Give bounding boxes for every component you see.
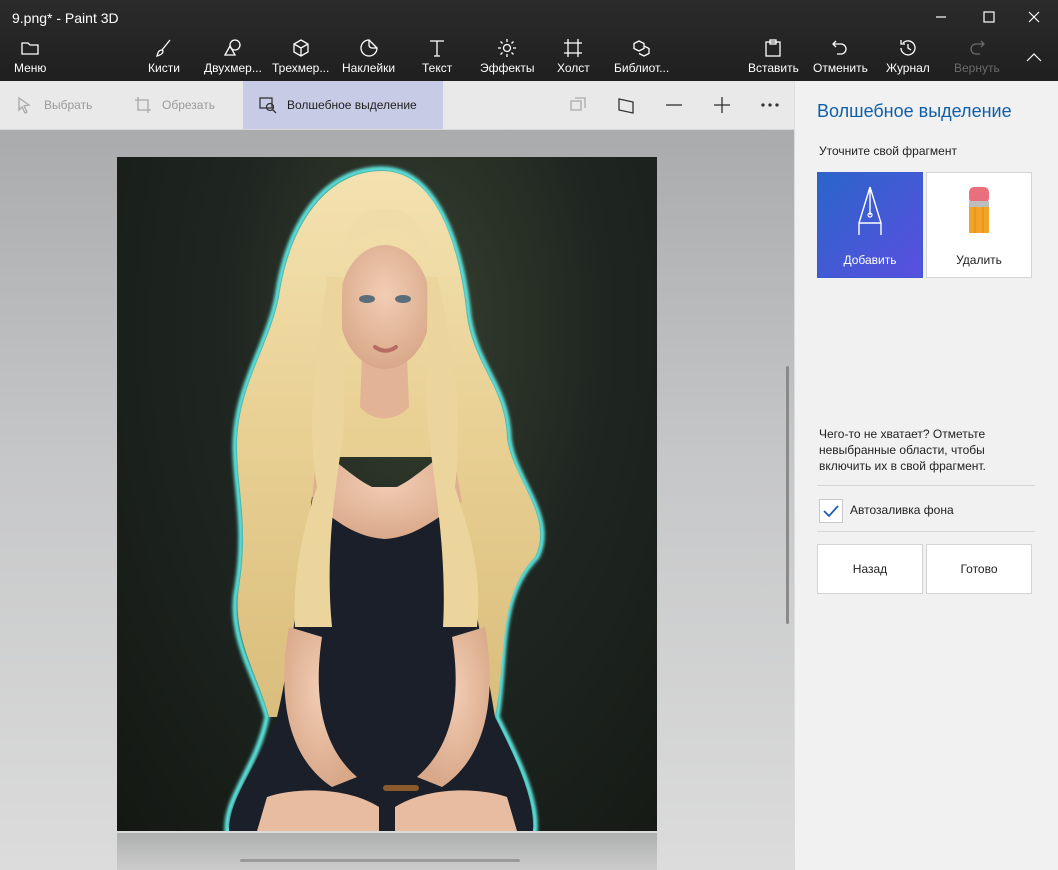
undo-label: Отменить: [813, 61, 868, 75]
canvas-icon: [564, 39, 583, 57]
canvas-reflection: [117, 833, 657, 870]
selection-toolbar: Выбрать Обрезать Волшебное выделение: [0, 81, 794, 130]
back-button[interactable]: Назад: [817, 544, 923, 594]
brushes-label: Кисти: [148, 61, 180, 75]
autofill-checkbox[interactable]: [819, 499, 843, 523]
minimize-icon: [936, 16, 946, 18]
view-2d-button[interactable]: [616, 95, 636, 115]
close-icon: [1028, 11, 1040, 23]
shapes2d-label: Двухмер...: [204, 61, 262, 75]
select-tool[interactable]: Выбрать: [16, 81, 92, 129]
minimize-button[interactable]: [917, 0, 965, 34]
collapse-toolbar-button[interactable]: [1010, 40, 1058, 74]
remove-button[interactable]: Удалить: [926, 172, 1032, 278]
shapes2d-tool[interactable]: Двухмер...: [204, 38, 262, 78]
brushes-tool[interactable]: Кисти: [148, 38, 180, 78]
text-label: Текст: [422, 61, 453, 75]
crop-tool[interactable]: Обрезать: [134, 81, 215, 129]
crop-label: Обрезать: [162, 98, 215, 112]
canvas-area[interactable]: [0, 130, 794, 870]
shapes3d-label: Трехмер...: [272, 61, 330, 75]
history-icon: [900, 40, 916, 56]
text-tool[interactable]: Текст: [422, 38, 452, 78]
shapes3d-tool[interactable]: Трехмер...: [272, 38, 329, 78]
photo-illustration: [224, 166, 545, 831]
autofill-label: Автозаливка фона: [850, 503, 954, 517]
canvas-image[interactable]: [117, 157, 657, 831]
undo-button[interactable]: Отменить: [813, 38, 868, 78]
select-label: Выбрать: [44, 98, 93, 112]
stickers-tool[interactable]: Наклейки: [342, 38, 395, 78]
checkmark-icon: [823, 505, 839, 518]
add-button[interactable]: Добавить: [817, 172, 923, 278]
vertical-scrollbar[interactable]: [786, 366, 789, 624]
paste-icon: [765, 39, 782, 57]
folder-icon: [21, 42, 39, 55]
library-label: Библиот...: [614, 61, 670, 75]
crop-icon: [135, 97, 151, 113]
horizontal-scrollbar[interactable]: [240, 859, 520, 862]
history-label: Журнал: [886, 61, 930, 75]
shapes-2d-icon: [223, 39, 241, 56]
redo-icon: [970, 40, 985, 55]
menu-label: Меню: [14, 61, 47, 75]
cursor-icon: [18, 96, 31, 114]
zoom-in-button[interactable]: [712, 95, 732, 115]
text-icon: [430, 40, 445, 57]
maximize-icon: [983, 11, 995, 23]
panel-subtitle: Уточните свой фрагмент: [819, 144, 957, 158]
view-3d-button[interactable]: [568, 95, 588, 115]
remove-label: Удалить: [956, 253, 1002, 267]
view-2d-icon: [618, 98, 634, 114]
view-3d-icon: [570, 97, 586, 111]
menu-button[interactable]: Меню: [14, 38, 46, 78]
undo-icon: [832, 40, 847, 55]
divider: [817, 485, 1035, 486]
title-bar: 9.png* - Paint 3D Меню Кисти Двухмер... …: [0, 0, 1058, 81]
chevron-up-icon: [1026, 53, 1042, 62]
canvas-label: Холст: [557, 61, 590, 75]
redo-label: Вернуть: [954, 61, 1000, 75]
more-icon: [761, 103, 779, 107]
effects-tool[interactable]: Эффекты: [480, 38, 535, 78]
sticker-icon: [359, 39, 378, 57]
window-title: 9.png* - Paint 3D: [12, 10, 119, 26]
close-button[interactable]: [1010, 0, 1058, 34]
zoom-out-button[interactable]: [664, 95, 684, 115]
redo-button[interactable]: Вернуть: [954, 38, 1000, 78]
magic-select-panel: Волшебное выделение Уточните свой фрагме…: [794, 81, 1058, 870]
hint-text: Чего-то не хватает? Отметьте невыбранные…: [819, 427, 986, 473]
brush-icon: [156, 39, 171, 57]
magic-select-tool[interactable]: Волшебное выделение: [243, 81, 443, 129]
done-button[interactable]: Готово: [926, 544, 1032, 594]
history-button[interactable]: Журнал: [886, 38, 930, 78]
minus-icon: [666, 104, 682, 106]
canvas-tool[interactable]: Холст: [557, 38, 590, 78]
add-label: Добавить: [843, 253, 897, 267]
eraser-icon: [969, 187, 989, 233]
maximize-button[interactable]: [965, 0, 1013, 34]
paste-button[interactable]: Вставить: [748, 38, 799, 78]
more-options-button[interactable]: [760, 95, 780, 115]
panel-title: Волшебное выделение: [817, 101, 1012, 121]
divider: [817, 531, 1035, 532]
plus-icon: [714, 97, 730, 113]
pen-nib-icon: [858, 186, 882, 235]
effects-label: Эффекты: [480, 61, 535, 75]
library-icon: [632, 40, 650, 57]
library-tool[interactable]: Библиот...: [614, 38, 669, 78]
sun-icon: [498, 39, 517, 57]
magic-select-label: Волшебное выделение: [287, 98, 417, 112]
paste-label: Вставить: [748, 61, 799, 75]
stickers-label: Наклейки: [342, 61, 396, 75]
magic-select-icon: [259, 97, 277, 114]
cube-icon: [293, 39, 309, 57]
